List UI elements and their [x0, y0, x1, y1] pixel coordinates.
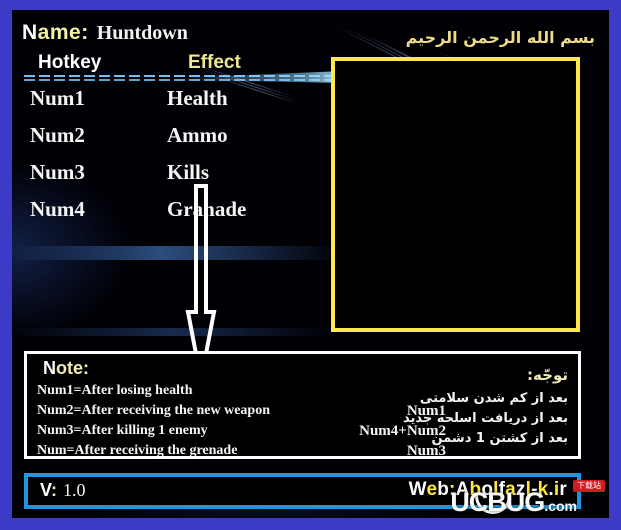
column-header-effect: Effect [188, 52, 241, 73]
header-divider-rule [24, 71, 344, 83]
note-line-en: Num=After receiving the grenade [37, 443, 238, 458]
name-label-rest: ame: [37, 21, 89, 44]
column-header-hotkey: Hotkey [38, 52, 102, 73]
table-row: Num2 Ammo [12, 123, 332, 160]
cheat-trainer-window: Name: Huntdown بسم الله الرحمن الرحيم Hot… [0, 0, 621, 530]
website-link-char-2: b [437, 479, 450, 500]
website-link-char-9: a [505, 479, 516, 500]
name-label: Name: [22, 21, 89, 44]
website-link-char-5: b [469, 479, 482, 500]
name-label-first-letter: N [22, 21, 38, 44]
note-line-fa: بعد از كشتن 1 دشمن [431, 431, 569, 446]
note-box: Note: توجّه: Num1=After losing health Nu… [24, 351, 581, 459]
background-glow-mid [12, 246, 342, 260]
note-line-fa: بعد از كم شدن سلامتى [419, 391, 568, 406]
note-title-first-letter: N [43, 358, 56, 378]
hotkey-key: Num1 [30, 86, 85, 110]
website-link-char-10: z [515, 479, 526, 500]
hotkey-table: Num1 Health Num2 Ammo Num3 Kills Num4 Gr… [12, 86, 332, 234]
hotkey-effect: Health [167, 86, 228, 110]
website-link-char-0: W [408, 479, 427, 500]
table-row: Num3 Kills [12, 160, 332, 197]
table-row: Num4 Granade [12, 197, 332, 234]
note-title-persian: توجّه: [527, 366, 568, 384]
hotkey-effect: Ammo [167, 123, 228, 147]
website-link-char-13: k [537, 479, 549, 500]
bismillah-text: بسم الله الرحمن الرحيم [405, 28, 595, 47]
version-label-first-letter: V [40, 480, 52, 500]
website-link-char-1: e [426, 479, 438, 500]
website-link-char-4: A [455, 479, 470, 500]
preview-image-box [331, 57, 580, 332]
version-label-rest: : [51, 480, 58, 500]
table-row: Num1 Health [12, 86, 332, 123]
version-info: V: 1.0 [40, 480, 86, 501]
footer-bar: V: 1.0 Web:Abolfazl-k.ir [24, 473, 581, 509]
game-title: Huntdown [96, 22, 188, 44]
note-line-fa: بعد از دريافت اسلحه جديد [402, 411, 568, 426]
main-panel: Name: Huntdown بسم الله الرحمن الرحيم Hot… [12, 10, 609, 518]
note-line-en: Num2=After receiving the new weapon [37, 403, 270, 418]
website-link[interactable]: Web:Abolfazl-k.ir [409, 479, 567, 501]
note-title: Note: [43, 358, 89, 379]
website-link-char-6: o [481, 479, 494, 500]
note-line-en: Num1=After losing health [37, 383, 193, 398]
version-number: 1.0 [63, 480, 86, 500]
website-link-char-16: r [559, 479, 567, 500]
trainer-name-row: Name: Huntdown [22, 21, 188, 45]
hotkey-key: Num3 [30, 160, 85, 184]
hotkey-key: Num2 [30, 123, 85, 147]
note-line-en: Num3=After killing 1 enemy [37, 423, 208, 438]
hotkey-key: Num4 [30, 197, 85, 221]
hotkey-effect: Kills [167, 160, 210, 184]
note-title-rest: ote: [56, 358, 89, 378]
version-label: V: [40, 480, 57, 500]
background-glow-mid-2 [12, 328, 332, 336]
